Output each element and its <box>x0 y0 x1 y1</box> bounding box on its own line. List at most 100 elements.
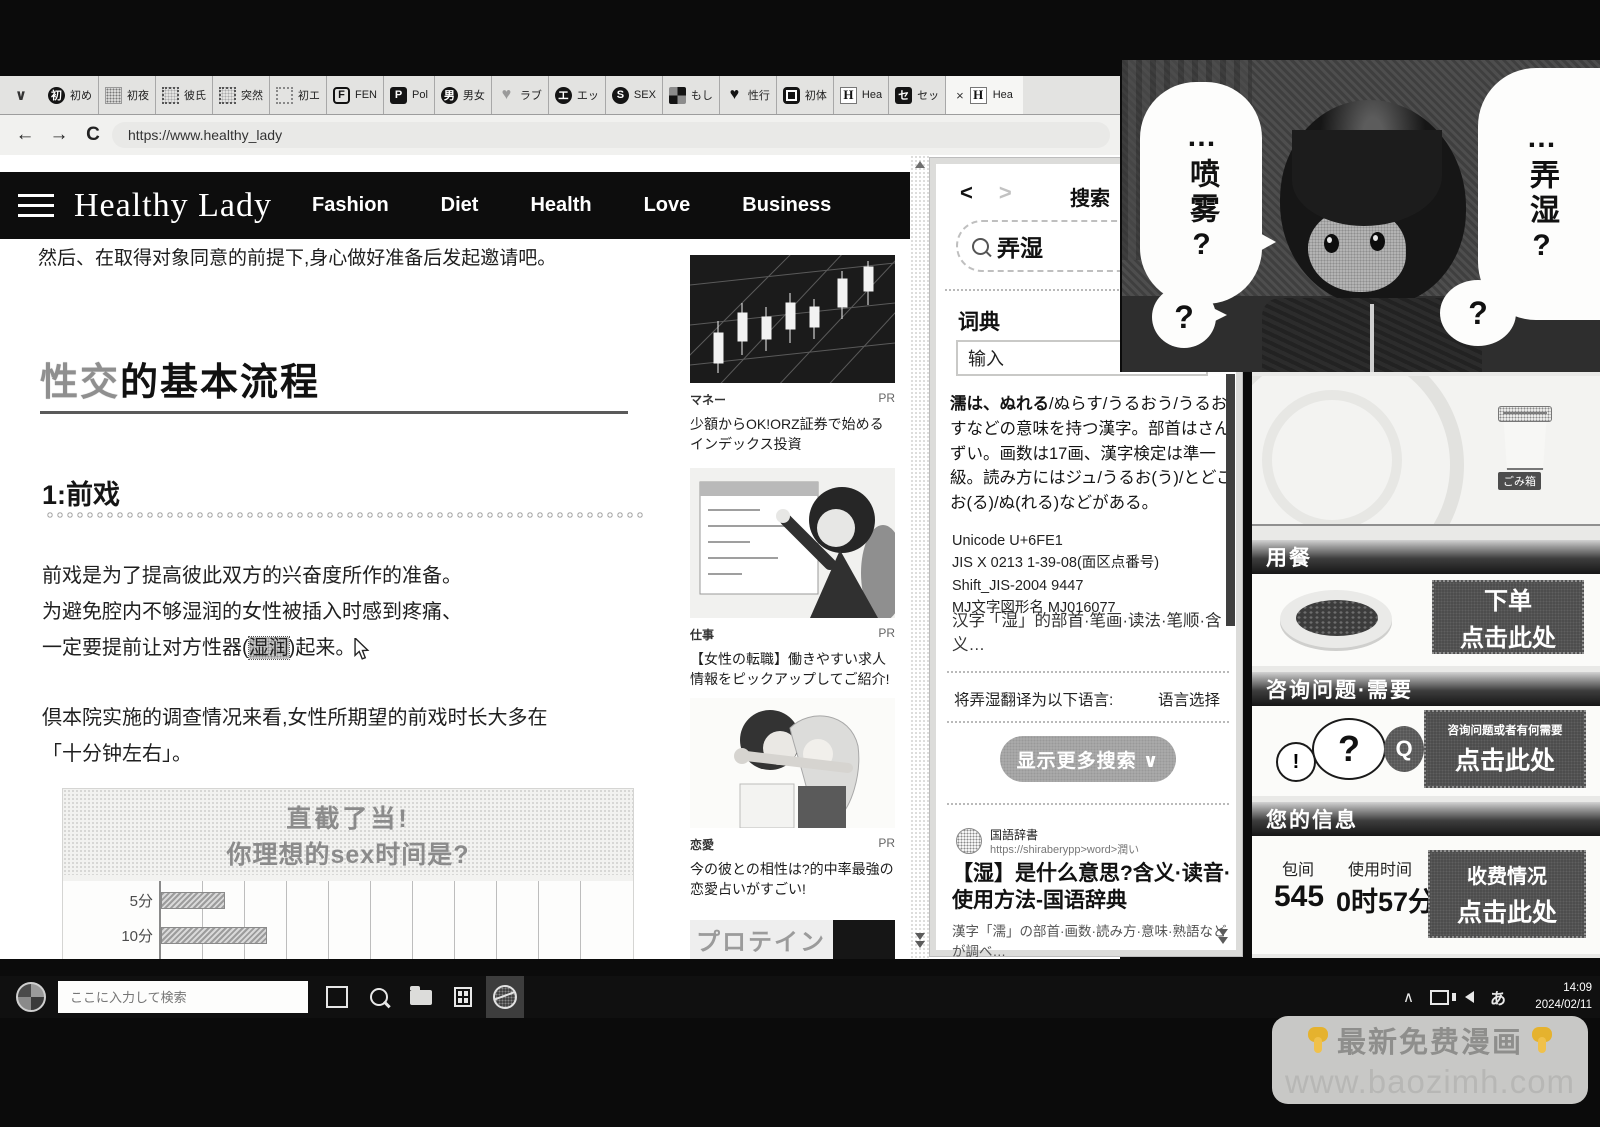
tray-display-icon[interactable] <box>1430 990 1449 1005</box>
result-title[interactable]: 【湿】是什么意思?含义·读音·使用方法-国语辞典 <box>952 860 1232 915</box>
browser-tab[interactable]: H Hea <box>834 76 889 114</box>
browser-tab[interactable]: 彼氏 <box>156 76 213 114</box>
language-select[interactable]: 语言选择 <box>1158 688 1220 710</box>
meta-line: Unicode U+6FE1 <box>952 530 1236 552</box>
forward-icon[interactable]: → <box>44 124 74 146</box>
panel-forward-icon[interactable]: > <box>999 180 1012 206</box>
pr-card[interactable]: マネーPR 少額からOK!ORZ証券で始めるインデックス投資 <box>690 255 895 455</box>
tab-close-icon[interactable]: × <box>956 88 964 103</box>
clock[interactable]: 14:09 2024/02/11 <box>1522 980 1592 1013</box>
scroll-down-icon[interactable] <box>915 933 925 948</box>
tray-chevron-icon[interactable]: ∧ <box>1403 988 1414 1006</box>
system-tray: ∧ あ 14:09 2024/02/11 <box>1403 980 1600 1013</box>
survey-chart: 直截了当! 你理想的sex时间是? 5分 10分 <box>62 788 634 959</box>
browser-tab[interactable]: ♥ ラブ <box>492 76 549 114</box>
tab-list: 初 初め 初夜 彼氏 突然 <box>42 76 946 114</box>
chart-bar-row: 5分 <box>63 891 633 909</box>
browser-tab[interactable]: セ セッ <box>889 76 946 114</box>
ime-indicator[interactable]: あ <box>1490 985 1506 1009</box>
site-nav-item[interactable]: Business <box>742 194 831 217</box>
usage-time-label: 使用时间 <box>1348 856 1412 880</box>
speech-bubble: …弄湿? <box>1478 68 1600 320</box>
browser-tab[interactable]: 初エ <box>270 76 327 114</box>
watermark-text: 最新免费漫画 <box>1337 1019 1523 1061</box>
tab-dropdown-icon[interactable]: ∨ <box>0 76 42 114</box>
site-nav-item[interactable]: Love <box>644 194 691 217</box>
scroll-down-icon[interactable] <box>1218 929 1228 944</box>
site-logo[interactable]: Healthy Lady <box>74 187 272 225</box>
taskbar-search-input[interactable] <box>58 981 308 1013</box>
section-heading: 1:前戏 <box>42 473 120 512</box>
url-field[interactable]: https://www.healthy_lady <box>112 122 1110 148</box>
browser-tab[interactable]: エ エッ <box>549 76 606 114</box>
search-icon <box>972 238 989 255</box>
page-scrollbar[interactable] <box>910 155 930 959</box>
browser-tab[interactable]: 突然 <box>213 76 270 114</box>
tray-volume-icon[interactable] <box>1465 991 1474 1003</box>
browser-tab[interactable]: F FEN <box>327 76 384 114</box>
selected-word[interactable]: 湿润 <box>249 637 289 659</box>
billing-button[interactable]: 收费情况 点击此处 <box>1428 850 1586 938</box>
hamburger-icon[interactable] <box>18 194 54 217</box>
billing-button-line2: 点击此处 <box>1430 893 1584 929</box>
speech-text: …弄湿? <box>1519 121 1563 267</box>
browser-address-bar: ← → C https://www.healthy_lady <box>0 115 1120 155</box>
site-nav-item[interactable]: Diet <box>441 194 479 217</box>
paragraph: 「十分钟左右」。 <box>42 737 682 766</box>
browser-tab[interactable]: 男 男女 <box>435 76 492 114</box>
calculator-icon[interactable] <box>454 987 472 1007</box>
browser-tab[interactable]: もし <box>663 76 720 114</box>
browser-tab[interactable]: 初 初め <box>42 76 99 114</box>
search-taskbar-icon[interactable] <box>370 988 388 1006</box>
tab-favicon: P <box>390 87 407 104</box>
result-favicon <box>956 828 982 854</box>
manga-character-zipper <box>1370 304 1374 372</box>
site-nav-item[interactable]: Fashion <box>312 194 389 217</box>
browser-tab[interactable]: 初夜 <box>99 76 156 114</box>
scroll-up-icon[interactable] <box>915 161 925 168</box>
browser-tab[interactable]: ♥ 性行 <box>720 76 777 114</box>
browser-tab[interactable]: P Pol <box>384 76 435 114</box>
speech-text: ? <box>1468 295 1488 332</box>
consult-button[interactable]: 咨询问题或者有何需要 点击此处 <box>1424 710 1586 788</box>
order-button[interactable]: 下单 点击此处 <box>1432 580 1584 654</box>
pr-title[interactable]: 少額からOK!ORZ証券で始めるインデックス投資 <box>690 414 895 455</box>
pr-card-image[interactable] <box>690 255 895 383</box>
chart-bar-label: 5分 <box>63 890 161 911</box>
start-button[interactable] <box>16 982 46 1012</box>
pr-card-image[interactable] <box>690 468 895 618</box>
tab-title: 初エ <box>298 87 320 103</box>
tab-favicon: ♥ <box>726 87 743 104</box>
panel-scrollbar-thumb[interactable] <box>1226 374 1235 626</box>
folder-icon[interactable] <box>410 990 432 1005</box>
panel-back-icon[interactable]: < <box>960 180 973 206</box>
tab-title: 初め <box>70 87 92 103</box>
task-view-icon[interactable] <box>326 986 348 1008</box>
show-more-button[interactable]: 显示更多搜索 ∨ <box>1000 736 1176 782</box>
speech-text: ? <box>1174 299 1194 336</box>
pr-card[interactable]: 仕事PR 【女性の転職】働きやすい求人情報をピックアップしてご紹介! <box>690 468 895 690</box>
tab-favicon: セ <box>895 87 912 104</box>
pr-card-image[interactable] <box>690 698 895 828</box>
browser-tab[interactable]: 初体 <box>777 76 834 114</box>
pr-card[interactable]: プロテイン <box>690 920 895 959</box>
pr-title[interactable]: 今の彼との相性は?的中率最強の恋愛占いがすごい! <box>690 859 895 900</box>
tab-favicon <box>105 87 122 104</box>
pr-card-image[interactable]: プロテイン <box>690 920 895 959</box>
browser-taskbar-icon[interactable] <box>486 976 524 1018</box>
pr-title[interactable]: 【女性の転職】働きやすい求人情報をピックアップしてご紹介! <box>690 649 895 690</box>
tab-title: FEN <box>355 89 377 101</box>
chart-title-line2: 你理想的sex时间是? <box>63 835 633 871</box>
browser-tab[interactable]: S SEX <box>606 76 663 114</box>
site-nav-item[interactable]: Health <box>530 194 591 217</box>
clock-date: 2024/02/11 <box>1522 997 1592 1014</box>
tab-favicon: H <box>970 87 987 104</box>
article-intro: 然后、在取得对象同意的前提下,身心做好准备后发起邀请吧。 <box>38 243 678 270</box>
chart-bar-row: 10分 <box>63 926 633 944</box>
result-url[interactable]: https://shiraberypp>word>潤い <box>990 841 1139 857</box>
reload-icon[interactable]: C <box>78 124 108 146</box>
back-icon[interactable]: ← <box>10 124 40 146</box>
pr-card[interactable]: 恋愛PR 今の彼との相性は?的中率最強の恋愛占いがすごい! <box>690 698 895 900</box>
browser-tab-active[interactable]: × H Hea <box>946 76 1023 114</box>
chart-title: 直截了当! 你理想的sex时间是? <box>63 789 633 875</box>
